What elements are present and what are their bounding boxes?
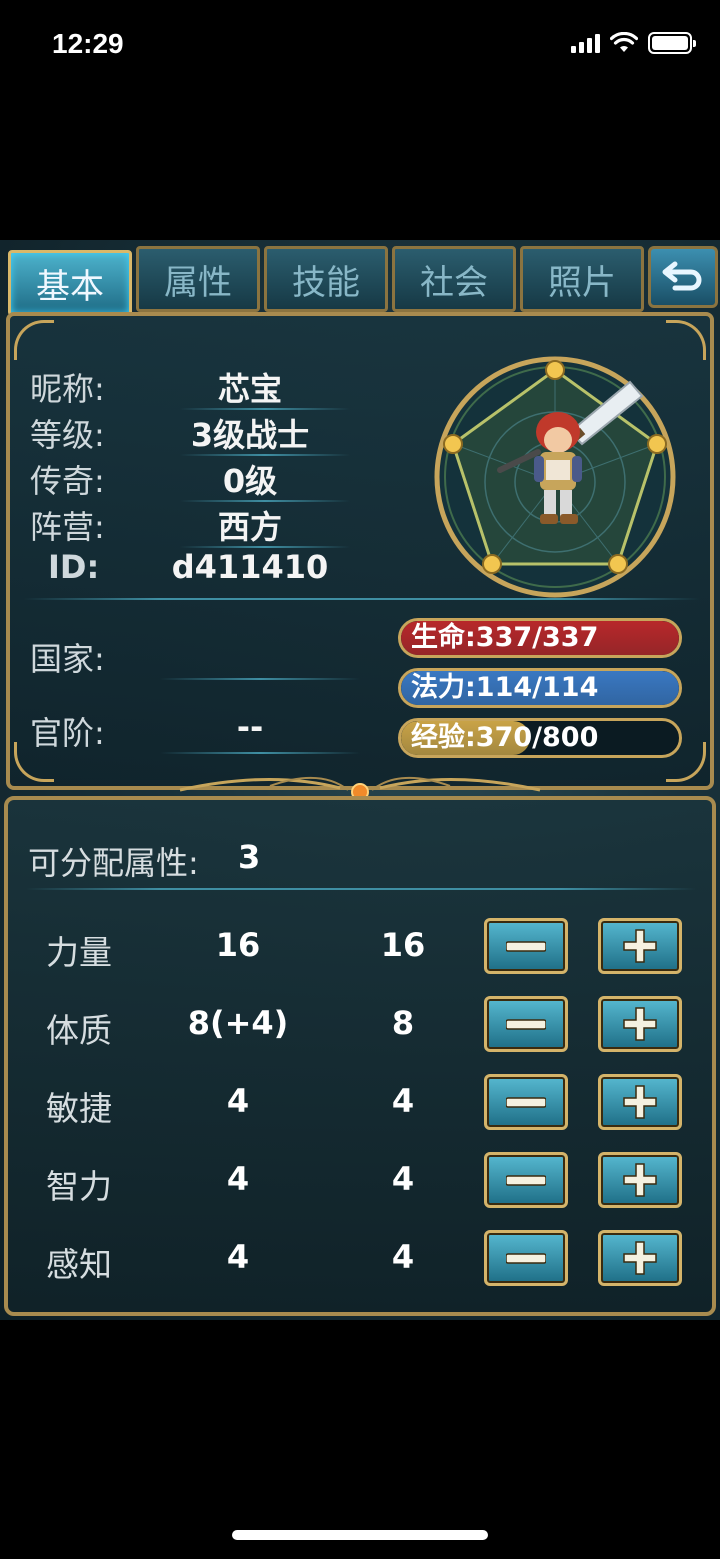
plus-icon <box>623 1241 657 1275</box>
game-screen: 基本 属性 技能 社会 照片 昵称: 芯宝 等级: 3级战士 传奇: 0级 阵营… <box>0 240 720 1320</box>
panel-ornament <box>179 777 541 800</box>
country-label: 国家: <box>30 640 105 678</box>
stat-row-constitution: 体质 8(+4) 8 <box>8 996 720 1056</box>
plus-icon <box>623 1007 657 1041</box>
stat-row-strength: 力量 16 16 <box>8 918 720 978</box>
stat-name: 力量 <box>46 933 112 972</box>
tab-bar: 基本 属性 技能 社会 照片 <box>0 240 720 318</box>
stat-name: 体质 <box>46 1011 112 1050</box>
exp-text: 经验:370/800 <box>411 722 599 753</box>
stat-base: 16 <box>380 926 426 964</box>
rank-row: 官阶: -- <box>30 708 360 754</box>
stat-name: 敏捷 <box>46 1089 112 1128</box>
mp-text: 法力:114/114 <box>411 672 599 703</box>
tab-skills[interactable]: 技能 <box>264 246 388 312</box>
stat-current: 4 <box>226 1238 250 1276</box>
decrease-button[interactable] <box>484 1230 568 1286</box>
decrease-button[interactable] <box>484 996 568 1052</box>
tab-photos[interactable]: 照片 <box>520 246 644 312</box>
nickname-value: 芯宝 <box>217 370 282 408</box>
minus-icon <box>506 1019 546 1030</box>
hp-text: 生命:337/337 <box>411 622 599 653</box>
increase-button[interactable] <box>598 1074 682 1130</box>
increase-button[interactable] <box>598 918 682 974</box>
stat-base: 4 <box>391 1082 415 1120</box>
mp-bar: 法力:114/114 <box>398 668 682 708</box>
cellular-signal-icon <box>571 33 600 53</box>
legend-label: 传奇: <box>30 462 105 500</box>
country-row: 国家: <box>30 634 360 680</box>
stat-row-intelligence: 智力 4 4 <box>8 1152 720 1212</box>
decrease-button[interactable] <box>484 1074 568 1130</box>
return-arrow-icon <box>662 261 702 291</box>
level-row: 等级: 3级战士 <box>30 410 350 456</box>
stat-current: 16 <box>215 926 261 964</box>
nickname-label: 昵称: <box>30 370 105 408</box>
stat-current: 4 <box>226 1160 250 1198</box>
decrease-button[interactable] <box>484 918 568 974</box>
plus-icon <box>623 1085 657 1119</box>
stat-current: 8(+4) <box>187 1004 289 1042</box>
character-portrait <box>434 356 676 598</box>
legend-value: 0级 <box>222 462 278 500</box>
back-button[interactable] <box>648 246 718 308</box>
increase-button[interactable] <box>598 1230 682 1286</box>
status-icons <box>571 32 696 54</box>
id-label: ID: <box>48 548 100 586</box>
stat-name: 智力 <box>46 1167 112 1206</box>
minus-icon <box>506 1175 546 1186</box>
plus-icon <box>623 929 657 963</box>
hp-bar: 生命:337/337 <box>398 618 682 658</box>
faction-label: 阵营: <box>30 508 105 546</box>
tab-attributes[interactable]: 属性 <box>136 246 260 312</box>
legend-row: 传奇: 0级 <box>30 456 350 502</box>
plus-icon <box>623 1163 657 1197</box>
stat-base: 4 <box>391 1160 415 1198</box>
id-value: d411410 <box>171 548 329 586</box>
attribute-panel: 可分配属性: 3 力量 16 16 体质 8(+4) 8 敏捷 4 4 智力 4 <box>4 796 716 1316</box>
tab-basic[interactable]: 基本 <box>8 250 132 316</box>
stat-current: 4 <box>226 1082 250 1120</box>
stat-row-perception: 感知 4 4 <box>8 1230 720 1290</box>
increase-button[interactable] <box>598 996 682 1052</box>
level-value: 3级战士 <box>190 416 310 454</box>
home-indicator[interactable] <box>232 1530 488 1540</box>
status-time: 12:29 <box>52 28 124 59</box>
minus-icon <box>506 1097 546 1108</box>
decrease-button[interactable] <box>484 1152 568 1208</box>
minus-icon <box>506 1253 546 1264</box>
allocatable-points-value: 3 <box>238 838 261 876</box>
tab-social[interactable]: 社会 <box>392 246 516 312</box>
nickname-row: 昵称: 芯宝 <box>30 364 350 410</box>
rank-value: -- <box>236 708 264 746</box>
minus-icon <box>506 941 546 952</box>
faction-value: 西方 <box>217 508 282 546</box>
exp-bar: 经验:370/800 <box>398 718 682 758</box>
allocatable-points-label: 可分配属性: <box>28 844 199 882</box>
id-row: ID: d411410 <box>30 548 350 594</box>
stat-name: 感知 <box>46 1245 112 1284</box>
rank-label: 官阶: <box>30 714 105 752</box>
level-label: 等级: <box>30 416 105 454</box>
stat-row-agility: 敏捷 4 4 <box>8 1074 720 1134</box>
faction-row: 阵营: 西方 <box>30 502 350 548</box>
stat-base: 8 <box>391 1004 415 1042</box>
status-bar: 12:29 <box>0 0 720 90</box>
increase-button[interactable] <box>598 1152 682 1208</box>
stat-base: 4 <box>391 1238 415 1276</box>
battery-icon <box>648 32 696 54</box>
wifi-icon <box>610 32 638 52</box>
